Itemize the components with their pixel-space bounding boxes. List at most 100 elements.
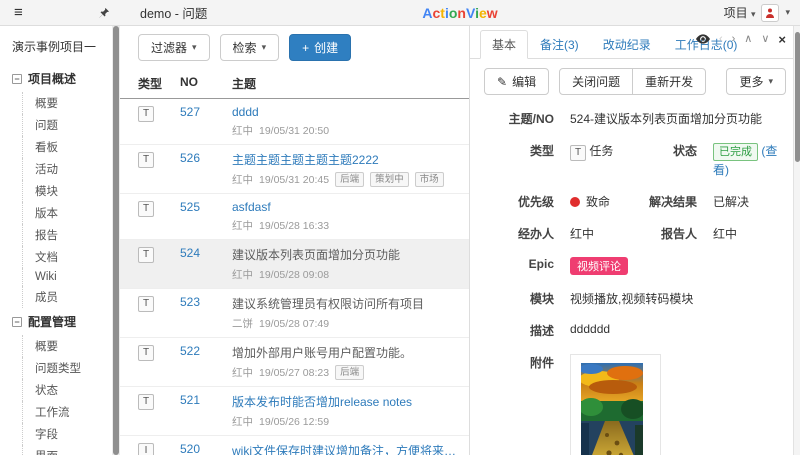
sidebar-section-label: 配置管理 xyxy=(28,315,77,329)
filter-button[interactable]: 过滤器 ▾ xyxy=(138,34,210,61)
issue-title-link[interactable]: 建议系统管理员有权限访问所有项目 xyxy=(232,295,463,312)
user-menu-caret-icon[interactable]: ▾ xyxy=(785,7,790,18)
chevron-down-icon: ▾ xyxy=(768,76,773,86)
sidebar-project-name[interactable]: 演示事例项目一 xyxy=(0,32,112,65)
chevron-down-icon: ▾ xyxy=(261,42,267,52)
logo-letter: V xyxy=(465,4,476,21)
watch-eye-icon[interactable] xyxy=(695,33,710,46)
table-row[interactable]: T 525 asfdasf 红中 19/05/28 16:33 xyxy=(120,194,469,240)
table-row[interactable]: I 520 wiki文件保存时建议增加备注，方便将来版本查看 红中19/05/2… xyxy=(120,436,469,455)
issue-meta: 红中 19/05/31 20:50 xyxy=(232,124,330,138)
plus-icon: + xyxy=(302,40,310,55)
sidebar-scrollbar-thumb[interactable] xyxy=(113,26,119,455)
issue-title-link[interactable]: dddd xyxy=(232,105,463,119)
create-button[interactable]: + 创建 xyxy=(289,34,352,61)
issue-title-link[interactable]: wiki文件保存时建议增加备注，方便将来版本查看 xyxy=(232,442,463,455)
table-row-selected[interactable]: T 524 建议版本列表页面增加分页功能 红中 19/05/28 09:08 xyxy=(120,240,469,289)
issue-no-link[interactable]: 522 xyxy=(180,344,200,358)
attachment-card[interactable]: IMG_0012.JPG xyxy=(570,354,661,455)
prev-issue-icon[interactable]: ‹ xyxy=(719,34,723,45)
sidebar-item-states[interactable]: 状态 xyxy=(22,379,112,401)
sidebar-item-fields[interactable]: 字段 xyxy=(22,423,112,445)
issue-title-link[interactable]: 版本发布时能否增加release notes xyxy=(232,393,463,410)
detail-scrollbar-thumb[interactable] xyxy=(795,32,800,162)
sidebar-section-label: 项目概述 xyxy=(28,72,77,86)
search-button[interactable]: 检索 ▾ xyxy=(219,34,280,61)
table-row[interactable]: T 523 建议系统管理员有权限访问所有项目 二饼 19/05/28 07:49 xyxy=(120,289,469,338)
field-type: 类型 T 任务 xyxy=(484,142,635,161)
issue-type-badge: T xyxy=(138,394,154,410)
close-icon[interactable]: × xyxy=(778,33,786,46)
issue-detail-panel: 基本 备注(3) 改动纪录 工作日志(0) ‹ › ∧ ∨ × ✎ 编辑 关闭问… xyxy=(470,26,800,455)
collapse-icon[interactable]: − xyxy=(12,316,22,327)
label-tag: 策划中 xyxy=(370,172,409,187)
table-row[interactable]: T 522 增加外部用户账号用户配置功能。 红中 19/05/27 08:23 后端 xyxy=(120,338,469,387)
sidebar-item-screens[interactable]: 界面 xyxy=(22,445,112,455)
sidebar-item-kanban[interactable]: 看板 xyxy=(22,136,112,158)
table-row[interactable]: T 526 主题主题主题主题主题2222 红中 19/05/31 20:45 后端策… xyxy=(120,145,469,194)
sidebar-item-versions[interactable]: 版本 xyxy=(22,202,112,224)
sidebar-item-issues[interactable]: 问题 xyxy=(22,114,112,136)
sidebar: 演示事例项目一 − 项目概述 概要 问题 看板 活动 模块 版本 报告 文档 W… xyxy=(0,26,112,455)
issue-no-link[interactable]: 524 xyxy=(180,246,200,260)
label-tag: 后端 xyxy=(335,172,365,187)
field-resolution: 解决结果 已解决 xyxy=(635,193,786,210)
issue-meta: 红中 19/05/26 12:59 xyxy=(232,415,330,429)
issue-meta: 红中 19/05/28 09:08 xyxy=(232,268,330,282)
collapse-up-icon[interactable]: ∧ xyxy=(744,34,752,45)
list-toolbar: 过滤器 ▾ 检索 ▾ + 创建 xyxy=(120,26,469,69)
tab-history[interactable]: 改动纪录 xyxy=(591,30,663,59)
tab-basic[interactable]: 基本 xyxy=(480,30,529,59)
issue-title-link[interactable]: 建议版本列表页面增加分页功能 xyxy=(232,246,463,263)
field-status: 状态 已完成 (查看) xyxy=(635,142,786,178)
sidebar-item-documents[interactable]: 文档 xyxy=(22,246,112,268)
issue-title-link[interactable]: 增加外部用户账号用户配置功能。 xyxy=(232,344,463,361)
issue-title-link[interactable]: asfdasf xyxy=(232,200,463,214)
sidebar-item-members[interactable]: 成员 xyxy=(22,286,112,308)
sidebar-item-wiki[interactable]: Wiki xyxy=(22,268,112,286)
reopen-button[interactable]: 重新开发 xyxy=(632,68,707,95)
sidebar-item-overview[interactable]: 概要 xyxy=(22,92,112,114)
sidebar-section-config[interactable]: − 配置管理 xyxy=(0,308,112,335)
expand-down-icon[interactable]: ∨ xyxy=(761,34,769,45)
epic-badge[interactable]: 视频评论 xyxy=(570,257,628,275)
issue-no-link[interactable]: 526 xyxy=(180,151,200,165)
table-row[interactable]: T 521 版本发布时能否增加release notes 红中 19/05/26 … xyxy=(120,387,469,436)
field-module: 模块 视频播放,视频转码模块 xyxy=(484,290,786,307)
sidebar-item-config-overview[interactable]: 概要 xyxy=(22,335,112,357)
sidebar-item-reports[interactable]: 报告 xyxy=(22,224,112,246)
detail-scrollbar[interactable] xyxy=(793,26,800,455)
issue-type-badge: T xyxy=(138,152,154,168)
next-issue-icon[interactable]: › xyxy=(732,34,736,45)
field-label: 报告人 xyxy=(660,227,697,241)
issue-meta: 红中 19/05/28 16:33 xyxy=(232,219,330,233)
avatar[interactable] xyxy=(761,3,780,22)
issue-no-link[interactable]: 527 xyxy=(180,105,200,119)
tab-comments[interactable]: 备注(3) xyxy=(528,30,591,59)
sidebar-item-modules[interactable]: 模块 xyxy=(22,180,112,202)
more-button[interactable]: 更多 ▾ xyxy=(726,68,786,95)
issue-no-link[interactable]: 523 xyxy=(180,295,200,309)
issue-no-link[interactable]: 521 xyxy=(180,393,200,407)
field-description: 描述 dddddd xyxy=(484,322,786,339)
close-issue-button[interactable]: 关闭问题 xyxy=(559,68,634,95)
issue-title-link[interactable]: 主题主题主题主题主题2222 xyxy=(232,151,463,168)
sidebar-scrollbar[interactable] xyxy=(112,26,120,455)
table-row[interactable]: T 527 dddd 红中 19/05/31 20:50 xyxy=(120,99,469,145)
sidebar-item-activity[interactable]: 活动 xyxy=(22,158,112,180)
sidebar-section-project-overview[interactable]: − 项目概述 xyxy=(0,65,112,92)
actionview-app: ≡ demo - 问题 ActionView 项目 ▾ ▾ 演示事例项目一 − … xyxy=(0,0,800,455)
app-logo[interactable]: ActionView xyxy=(120,5,800,21)
edit-button[interactable]: ✎ 编辑 xyxy=(484,68,550,95)
issue-type-badge: T xyxy=(138,345,154,361)
pin-icon[interactable] xyxy=(98,7,110,19)
project-menu-button[interactable]: 项目 ▾ xyxy=(724,4,756,21)
issue-no-link[interactable]: 520 xyxy=(180,442,200,455)
hamburger-icon[interactable]: ≡ xyxy=(14,5,23,20)
issue-no-link[interactable]: 525 xyxy=(180,200,200,214)
collapse-icon[interactable]: − xyxy=(12,73,22,84)
detail-tabs: 基本 备注(3) 改动纪录 工作日志(0) ‹ › ∧ ∨ × xyxy=(470,26,800,59)
sidebar-item-workflows[interactable]: 工作流 xyxy=(22,401,112,423)
attachment-thumbnail xyxy=(581,363,643,455)
sidebar-item-issue-types[interactable]: 问题类型 xyxy=(22,357,112,379)
